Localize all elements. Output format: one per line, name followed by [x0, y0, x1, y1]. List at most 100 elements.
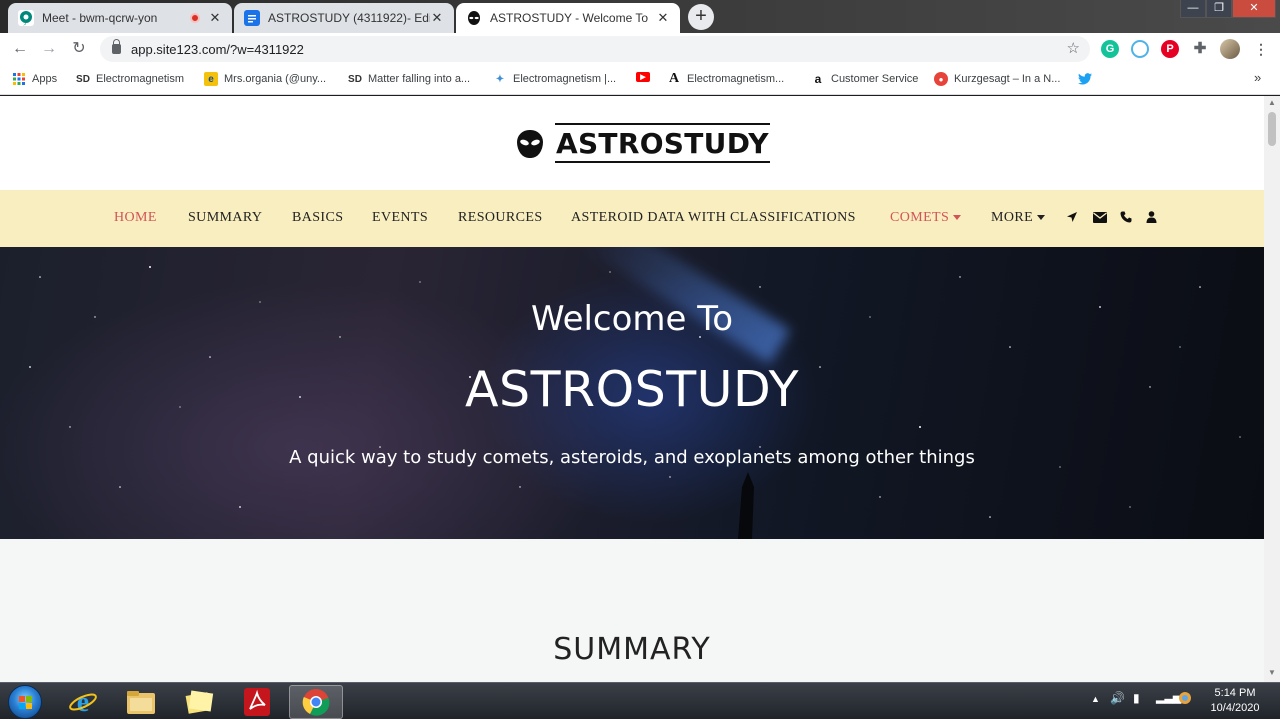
twitter-icon [1078, 72, 1092, 86]
nav-comets-label: COMETS [890, 210, 950, 225]
close-tab-icon[interactable]: ✕ [656, 10, 670, 26]
pinterest-icon[interactable]: P [1161, 40, 1179, 58]
reload-icon[interactable]: ↻ [68, 38, 90, 60]
hero-pre-title: Welcome To [530, 299, 734, 339]
nav-home[interactable]: HOME [114, 210, 157, 226]
svg-text:e: e [77, 687, 89, 717]
hero-title: ASTROSTUDY [464, 361, 800, 418]
envelope-icon[interactable] [1093, 209, 1107, 225]
nav-more[interactable]: MORE [991, 210, 1046, 226]
bookmark-label: Customer Service [831, 73, 919, 85]
nav-more-label: MORE [991, 210, 1034, 225]
bookmark-customer-service[interactable]: a Customer Service [811, 72, 919, 86]
site-header: ASTROSTUDY [0, 96, 1264, 190]
site-nav: HOME SUMMARY BASICS EVENTS RESOURCES AST… [0, 190, 1264, 247]
restore-button[interactable]: ❐ [1206, 0, 1232, 18]
bookmark-matter-falling[interactable]: SD Matter falling into a... [348, 72, 470, 86]
internet-explorer-icon[interactable]: e [56, 685, 110, 719]
windows-logo-icon [19, 696, 32, 709]
nav-asteroid-data[interactable]: ASTEROID DATA WITH CLASSIFICATIONS [571, 210, 856, 226]
extensions-puzzle-icon[interactable]: ✚ [1191, 40, 1209, 58]
new-tab-button[interactable]: + [688, 4, 714, 30]
location-arrow-icon[interactable] [1066, 209, 1080, 225]
figure-icon: ✦ [495, 73, 505, 85]
bookmark-mrs-organia[interactable]: e Mrs.organia (@uny... [204, 72, 326, 86]
bookmark-label: Kurzgesagt – In a N... [954, 73, 1061, 85]
windows-taskbar: e ▲ 🔊 ▮ ▂▃▅ 5:14 PM 10/4/2020 [0, 682, 1280, 719]
sd-icon: SD [348, 73, 362, 85]
tab-title: ASTROSTUDY - Welcome To [490, 11, 649, 25]
bookmark-twitter[interactable] [1078, 72, 1098, 86]
tab-title: Meet - bwm-qcrw-yon [42, 11, 158, 25]
bookmark-label: Mrs.organia (@uny... [224, 73, 327, 85]
site-logo[interactable]: ASTROSTUDY [516, 123, 770, 163]
close-window-button[interactable]: ✕ [1232, 0, 1276, 18]
start-button[interactable] [8, 685, 42, 719]
logo-text: ASTROSTUDY [555, 123, 770, 163]
tab-astrostudy[interactable]: ASTROSTUDY - Welcome To ✕ [456, 3, 680, 33]
show-hidden-icons-button[interactable]: ▲ [1091, 694, 1100, 704]
nav-basics[interactable]: BASICS [292, 210, 343, 226]
file-explorer-icon[interactable] [114, 685, 168, 719]
web-page: ASTROSTUDY HOME SUMMARY BASICS EVENTS RE… [0, 96, 1264, 682]
tab-title: ASTROSTUDY (4311922)- Editor - [268, 11, 430, 25]
youtube-icon: ▶ [636, 72, 650, 82]
hero-banner: Welcome To ASTROSTUDY A quick way to stu… [0, 247, 1264, 539]
chrome-menu-icon[interactable]: ⋮ [1252, 40, 1270, 58]
profile-avatar[interactable] [1220, 39, 1240, 59]
system-clock[interactable]: 5:14 PM 10/4/2020 [1200, 686, 1270, 716]
bookmark-label: Electromagnetism... [687, 73, 785, 85]
back-arrow-icon[interactable]: ← [9, 38, 31, 60]
site123-doc-icon [244, 10, 260, 26]
lock-icon [112, 39, 121, 54]
close-tab-icon[interactable]: ✕ [208, 10, 222, 26]
status-circle-icon[interactable] [1178, 691, 1192, 708]
kurzgesagt-icon: ● [934, 72, 948, 86]
page-scrollbar[interactable]: ▲ ▼ [1264, 96, 1280, 682]
close-tab-icon[interactable]: ✕ [430, 10, 444, 26]
user-icon[interactable] [1146, 209, 1160, 225]
address-bar[interactable]: app.site123.com/?w=4311922 ☆ [100, 36, 1090, 62]
phone-icon[interactable] [1120, 209, 1134, 225]
bookmark-label: Electromagnetism |... [513, 73, 617, 85]
google-meet-icon [18, 10, 34, 26]
tab-editor[interactable]: ASTROSTUDY (4311922)- Editor - ✕ [234, 3, 454, 33]
clock-date: 10/4/2020 [1210, 702, 1260, 714]
chrome-icon[interactable] [289, 685, 343, 719]
bookmark-electromagnetism-2[interactable]: ✦ Electromagnetism |... [493, 72, 616, 86]
clock-time: 5:14 PM [1214, 687, 1256, 699]
extension-circle-icon[interactable] [1131, 40, 1149, 58]
alien-icon [516, 128, 544, 158]
bookmark-youtube[interactable]: ▶ [636, 72, 656, 82]
nav-summary[interactable]: SUMMARY [188, 210, 262, 226]
hero-subtitle: A quick way to study comets, asteroids, … [289, 447, 975, 468]
minimize-button[interactable]: — [1180, 0, 1206, 18]
scrollbar-thumb[interactable] [1268, 112, 1276, 146]
browser-tab-strip: Meet - bwm-qcrw-yon ✕ ASTROSTUDY (431192… [0, 0, 1280, 33]
url-text: app.site123.com/?w=4311922 [131, 41, 304, 57]
volume-icon[interactable]: 🔊 [1110, 691, 1125, 705]
bookmark-electromagnetism-3[interactable]: A Electromagnetism... [667, 71, 785, 86]
caret-down-icon [1037, 215, 1046, 221]
tab-meet[interactable]: Meet - bwm-qcrw-yon ✕ [8, 3, 232, 33]
bookmark-star-icon[interactable]: ☆ [1067, 39, 1080, 57]
bookmark-kurzgesagt[interactable]: ● Kurzgesagt – In a N... [934, 72, 1060, 86]
alien-favicon-icon [466, 10, 482, 26]
bookmark-label: Apps [32, 73, 58, 85]
bookmark-label: Matter falling into a... [368, 73, 471, 85]
nav-events[interactable]: EVENTS [372, 210, 428, 226]
power-icon[interactable]: ▮ [1133, 691, 1140, 705]
bookmark-apps[interactable]: Apps [12, 72, 57, 86]
bookmark-electromagnetism-1[interactable]: SD Electromagnetism [76, 72, 184, 86]
scroll-up-arrow-icon[interactable]: ▲ [1268, 98, 1276, 107]
scroll-down-arrow-icon[interactable]: ▼ [1268, 668, 1276, 677]
grammarly-icon[interactable]: G [1101, 40, 1119, 58]
nav-resources[interactable]: RESOURCES [458, 210, 543, 226]
acrobat-icon[interactable] [230, 685, 284, 719]
forward-arrow-icon[interactable]: → [38, 38, 60, 60]
apps-grid-icon [12, 72, 26, 86]
sticky-notes-icon[interactable] [172, 685, 226, 719]
bookmarks-overflow-button[interactable]: » [1254, 70, 1261, 85]
bookmark-label: Electromagnetism [96, 73, 185, 85]
nav-comets[interactable]: COMETS [890, 210, 962, 226]
